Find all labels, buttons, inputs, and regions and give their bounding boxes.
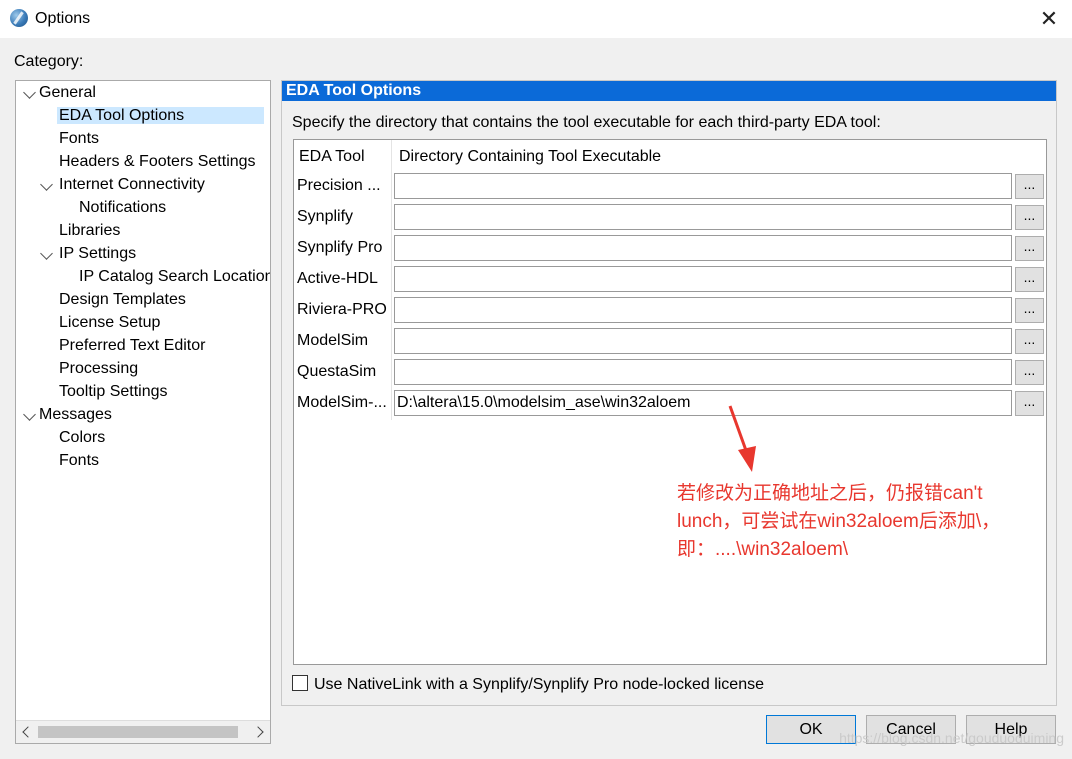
category-tree[interactable]: General EDA Tool Options Fonts Headers &… [15,80,271,744]
tree-item-label: License Setup [59,314,161,331]
table-row: ModelSim ... [294,326,1046,357]
tree-item-fonts[interactable]: Fonts [59,128,99,150]
table-row: Synplify Pro ... [294,233,1046,264]
directory-input[interactable] [394,328,1012,354]
tree-item-internet-connectivity[interactable]: Internet Connectivity [59,174,205,196]
tree-item-libraries[interactable]: Libraries [59,220,120,242]
browse-button[interactable]: ... [1015,391,1044,416]
browse-button[interactable]: ... [1015,329,1044,354]
tree-item-label: Messages [39,406,112,423]
annotation-arrow-icon [728,405,756,472]
tree-item-colors[interactable]: Colors [59,427,105,449]
tree-item-label: Design Templates [59,291,186,308]
tool-name: ModelSim [297,332,369,349]
tree-item-general[interactable]: General [39,82,96,104]
tree-item-ip-catalog-search[interactable]: IP Catalog Search Locations [79,266,271,288]
tree-item-label: IP Catalog Search Locations [79,268,271,285]
tool-name: Active-HDL [297,270,378,287]
close-icon: ✕ [1039,6,1059,31]
tree-item-messages[interactable]: Messages [39,404,112,426]
app-icon [10,9,28,27]
eda-tool-table: EDA Tool Directory Containing Tool Execu… [293,139,1047,665]
column-header-directory[interactable]: Directory Containing Tool Executable [399,148,661,166]
nativelink-checkbox[interactable] [292,675,308,691]
tree-item-label: Preferred Text Editor [59,337,206,354]
browse-button[interactable]: ... [1015,267,1044,292]
browse-button[interactable]: ... [1015,360,1044,385]
tree-item-label: Tooltip Settings [59,383,168,400]
tree-item-label: Fonts [59,452,100,469]
browse-button[interactable]: ... [1015,298,1044,323]
directory-input[interactable] [394,359,1012,385]
tool-name: QuestaSim [297,363,377,380]
tree-item-eda-tool-options[interactable]: EDA Tool Options [57,105,265,127]
annotation-note: 若修改为正确地址之后，仍报错can't lunch，可尝试在win32aloem… [677,483,1001,560]
tree-item-label: Headers & Footers Settings [59,153,256,170]
tree-item-label: Internet Connectivity [59,176,205,193]
directory-input[interactable] [394,173,1012,199]
directory-input[interactable] [394,266,1012,292]
directory-input[interactable] [394,235,1012,261]
table-row: Active-HDL ... [294,264,1046,295]
tree-item-label: Libraries [59,222,121,239]
horizontal-scrollbar[interactable] [16,720,270,743]
browse-button[interactable]: ... [1015,205,1044,230]
tree-item-label: Notifications [79,199,167,216]
chevron-down-icon[interactable] [23,86,36,99]
close-button[interactable]: ✕ [1026,0,1072,38]
table-row: Riviera-PRO ... [294,295,1046,326]
panel-header: EDA Tool Options [282,81,1056,101]
tree-item-label: Colors [59,429,106,446]
tree-item-design-templates[interactable]: Design Templates [59,289,186,311]
table-row: QuestaSim ... [294,357,1046,388]
watermark: https://blog.csdn.net/gouduoduiming [839,730,1064,746]
tree-item-label: Fonts [59,130,100,147]
tree-item-label: Processing [59,360,139,377]
tree-item-ip-settings[interactable]: IP Settings [59,243,136,265]
tool-name: ModelSim-... [297,394,387,411]
tree-item-message-fonts[interactable]: Fonts [59,450,99,472]
scrollbar-thumb[interactable] [38,726,238,738]
table-row: ModelSim-... D:\altera\15.0\modelsim_ase… [294,388,1046,419]
chevron-down-icon[interactable] [40,247,53,260]
window-title: Options [35,10,91,27]
chevron-down-icon[interactable] [23,408,36,421]
browse-button[interactable]: ... [1015,174,1044,199]
tool-name: Synplify Pro [297,239,383,256]
browse-button[interactable]: ... [1015,236,1044,261]
checkbox-label: Use NativeLink with a Synplify/Synplify … [314,676,764,693]
tree-item-tooltip-settings[interactable]: Tooltip Settings [59,381,168,403]
tree-item-label: IP Settings [59,245,137,262]
table-row: Synplify ... [294,202,1046,233]
chevron-right-icon[interactable] [252,726,264,738]
tree-item-processing[interactable]: Processing [59,358,138,380]
panel-description: Specify the directory that contains the … [292,114,881,131]
tool-name: Precision ... [297,177,381,194]
table-row: Precision ... ... [294,171,1046,202]
eda-tool-options-panel: EDA Tool Options Specify the directory t… [281,80,1057,706]
directory-input[interactable] [394,297,1012,323]
category-label: Category: [14,53,84,70]
column-header-eda-tool[interactable]: EDA Tool [299,148,365,166]
tree-item-headers-footers[interactable]: Headers & Footers Settings [59,151,256,173]
tree-item-preferred-text-editor[interactable]: Preferred Text Editor [59,335,205,357]
tree-item-label: EDA Tool Options [57,107,265,124]
tree-item-label: General [39,84,96,101]
title-bar: Options ✕ [0,0,1072,38]
chevron-left-icon[interactable] [22,726,34,738]
tree-item-license-setup[interactable]: License Setup [59,312,160,334]
tree-item-notifications[interactable]: Notifications [79,197,166,219]
nativelink-checkbox-row[interactable]: Use NativeLink with a Synplify/Synplify … [292,675,764,694]
tool-name: Riviera-PRO [297,301,387,318]
tool-name: Synplify [297,208,354,225]
directory-input[interactable] [394,204,1012,230]
directory-input[interactable]: D:\altera\15.0\modelsim_ase\win32aloem [394,390,1012,416]
chevron-down-icon[interactable] [40,178,53,191]
